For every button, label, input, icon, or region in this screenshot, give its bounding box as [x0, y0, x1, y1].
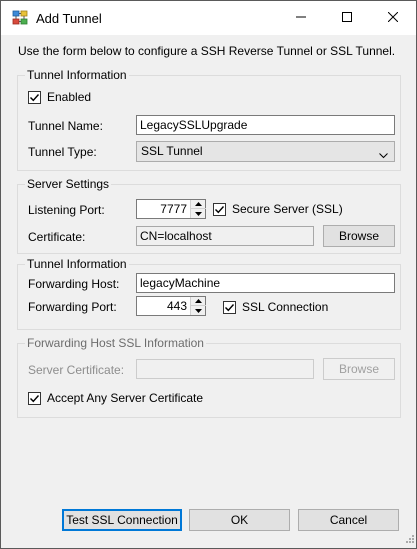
accept-any-certificate-checkbox[interactable]: Accept Any Server Certificate	[28, 391, 203, 405]
spin-up-icon[interactable]	[191, 297, 206, 306]
ssl-connection-check-box[interactable]	[223, 300, 236, 314]
intro-text: Use the form below to configure a SSH Re…	[18, 44, 396, 58]
forwarding-port-spin	[190, 297, 206, 315]
cancel-button[interactable]: Cancel	[298, 509, 399, 531]
server-certificate-field	[136, 359, 314, 379]
accept-any-certificate-label: Accept Any Server Certificate	[47, 391, 204, 405]
secure-server-check-box[interactable]	[213, 202, 226, 216]
close-icon	[387, 11, 399, 25]
tunnel-name-label: Tunnel Name:	[28, 119, 103, 133]
listening-port-value: 7777	[160, 202, 187, 216]
forwarding-port-value: 443	[166, 299, 187, 313]
spin-down-icon[interactable]	[191, 306, 206, 315]
listening-port-spin	[190, 200, 206, 218]
spin-up-icon[interactable]	[191, 200, 206, 209]
tunnel-name-input[interactable]: LegacySSLUpgrade	[136, 115, 395, 135]
enabled-checkbox[interactable]: Enabled	[28, 90, 91, 104]
title-bar[interactable]: Add Tunnel	[1, 1, 416, 35]
certificate-label: Certificate:	[28, 230, 86, 244]
close-button[interactable]	[370, 1, 416, 35]
forwarding-host-label: Forwarding Host:	[28, 277, 120, 291]
listening-port-stepper[interactable]: 7777	[136, 199, 206, 219]
tunnel-app-icon	[12, 10, 28, 26]
minimize-button[interactable]	[278, 1, 324, 35]
forwarding-ssl-group	[17, 343, 401, 418]
forwarding-ssl-label: Forwarding Host SSL Information	[25, 336, 206, 350]
resize-grip-icon[interactable]	[404, 532, 414, 546]
enabled-label: Enabled	[47, 90, 92, 104]
server-certificate-label: Server Certificate:	[28, 363, 125, 377]
forwarding-port-label: Forwarding Port:	[28, 300, 117, 314]
maximize-icon	[342, 11, 352, 25]
server-settings-label: Server Settings	[25, 177, 112, 191]
enabled-check-box[interactable]	[28, 90, 41, 104]
tunnel-type-value: SSL Tunnel	[141, 144, 203, 158]
tunnel-type-label: Tunnel Type:	[28, 145, 97, 159]
listening-port-label: Listening Port:	[28, 203, 105, 217]
certificate-browse-button[interactable]: Browse	[323, 225, 395, 247]
forwarding-port-stepper[interactable]: 443	[136, 296, 206, 316]
add-tunnel-dialog: Add Tunnel Use the form below to configu…	[0, 0, 417, 549]
tunnel-information-label: Tunnel Information	[25, 68, 129, 82]
window-title: Add Tunnel	[36, 11, 102, 26]
certificate-field[interactable]: CN=localhost	[136, 226, 314, 246]
secure-server-label: Secure Server (SSL)	[232, 202, 343, 216]
server-certificate-browse-button: Browse	[323, 358, 395, 380]
spin-down-icon[interactable]	[191, 209, 206, 218]
maximize-button[interactable]	[324, 1, 370, 35]
secure-server-checkbox[interactable]: Secure Server (SSL)	[213, 202, 343, 216]
accept-any-certificate-check-box[interactable]	[28, 391, 41, 405]
minimize-icon	[296, 11, 306, 25]
ssl-connection-checkbox[interactable]: SSL Connection	[223, 300, 328, 314]
forwarding-information-label: Tunnel Information	[25, 257, 129, 271]
ok-button[interactable]: OK	[189, 509, 290, 531]
chevron-down-icon	[379, 148, 388, 159]
ssl-connection-label: SSL Connection	[242, 300, 329, 314]
tunnel-type-select[interactable]: SSL Tunnel	[136, 141, 395, 162]
forwarding-host-input[interactable]: legacyMachine	[136, 273, 395, 293]
test-ssl-connection-button[interactable]: Test SSL Connection	[62, 509, 182, 531]
